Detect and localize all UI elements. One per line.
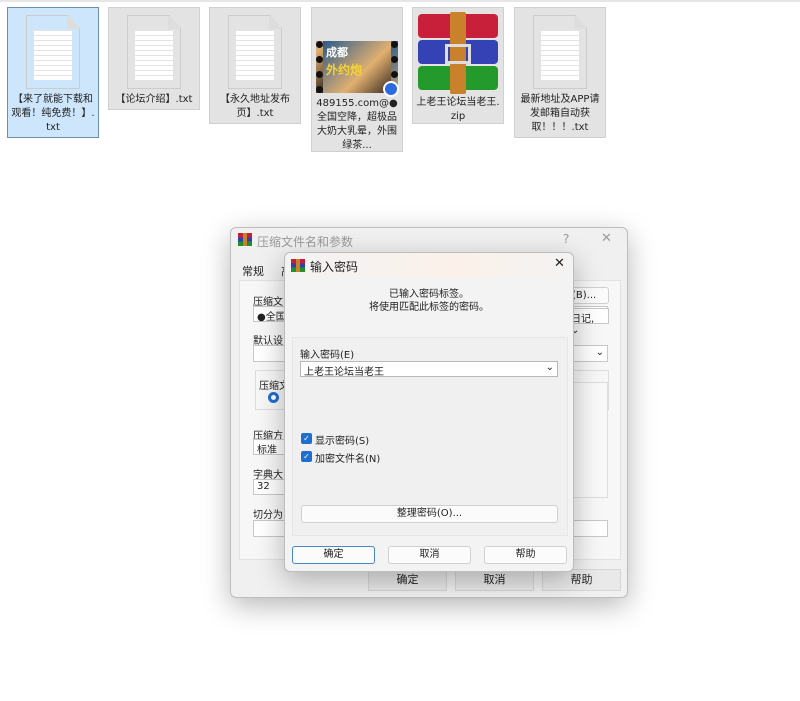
cancel-button[interactable]: 取消 xyxy=(388,546,471,564)
window-top-border xyxy=(0,0,800,2)
file-item[interactable]: 成都 外约炮 489155.com@●全国空降，超极品大奶大乳晕，外围绿茶... xyxy=(311,7,403,152)
text-file-icon xyxy=(26,15,80,89)
password-value: 上老王论坛当老王 xyxy=(304,367,384,378)
options-group xyxy=(571,382,608,498)
file-name: 上老王论坛当老王.zip xyxy=(416,97,500,122)
file-name: 489155.com@●全国空降，超极品大奶大乳晕，外围绿茶... xyxy=(316,98,398,151)
winrar-icon xyxy=(238,233,252,246)
split-label: 切分为 xyxy=(253,510,283,521)
message-line: 将使用匹配此标签的密码。 xyxy=(369,302,489,313)
help-icon[interactable]: ? xyxy=(563,232,569,246)
ok-button[interactable]: 确定 xyxy=(368,569,447,591)
winrar-icon xyxy=(291,259,305,272)
file-name: 【论坛介绍】.txt xyxy=(115,94,193,105)
encrypt-filenames-checkbox[interactable]: ✓ xyxy=(301,451,312,462)
ok-button[interactable]: 确定 xyxy=(292,546,375,564)
thumb-text: 外约炮 xyxy=(326,63,363,77)
cancel-button[interactable]: 取消 xyxy=(455,569,534,591)
password-combobox[interactable]: 上老王论坛当老王 ⌄ xyxy=(300,361,558,378)
dialog-title: 压缩文件名和参数 xyxy=(257,235,354,249)
encrypt-filenames-label[interactable]: 加密文件名(N) xyxy=(315,450,380,465)
video-thumbnail-icon: 成都 外约炮 xyxy=(316,41,399,97)
enter-password-dialog: 输入密码 ✕ 已输入密码标签。 将使用匹配此标签的密码。 输入密码(E) 上老王… xyxy=(284,252,574,572)
close-icon[interactable]: ✕ xyxy=(601,231,612,246)
message: 已输入密码标签。 将使用匹配此标签的密码。 xyxy=(285,288,573,314)
show-password-label[interactable]: 显示密码(S) xyxy=(315,432,369,447)
dialog-title: 输入密码 xyxy=(310,260,359,274)
file-item[interactable]: 【论坛介绍】.txt xyxy=(108,7,200,110)
file-item[interactable]: 【永久地址发布页】.txt xyxy=(209,7,301,124)
show-password-checkbox[interactable]: ✓ xyxy=(301,433,312,444)
file-item[interactable]: 上老王论坛当老王.zip xyxy=(412,7,504,124)
file-item[interactable]: 最新地址及APP请发邮箱自动获取！！！.txt xyxy=(514,7,606,138)
close-icon[interactable]: ✕ xyxy=(554,256,565,271)
file-name: 最新地址及APP请发邮箱自动获取！！！.txt xyxy=(520,94,600,133)
file-name: 【来了就能下载和观看！纯免费！】.txt xyxy=(11,94,95,133)
password-label: 输入密码(E) xyxy=(300,350,355,361)
file-name: 【永久地址发布页】.txt xyxy=(220,94,290,119)
organize-passwords-button[interactable]: 整理密码(O)... xyxy=(301,505,558,523)
file-item[interactable]: 【来了就能下载和观看！纯免费！】.txt xyxy=(7,7,99,138)
update-mode-value: 日记, xyxy=(571,314,595,325)
chevron-down-icon[interactable]: ⌄ xyxy=(546,362,554,373)
message-line: 已输入密码标签。 xyxy=(389,289,469,300)
winrar-archive-icon xyxy=(418,12,498,94)
text-file-icon xyxy=(533,15,587,89)
format-radio[interactable] xyxy=(268,392,279,403)
player-badge-icon xyxy=(383,81,399,97)
thumb-text: 成都 xyxy=(326,46,348,59)
text-file-icon xyxy=(228,15,282,89)
help-button[interactable]: 帮助 xyxy=(542,569,621,591)
text-file-icon xyxy=(127,15,181,89)
tab-general[interactable]: 常规 xyxy=(242,263,264,279)
help-button[interactable]: 帮助 xyxy=(484,546,567,564)
